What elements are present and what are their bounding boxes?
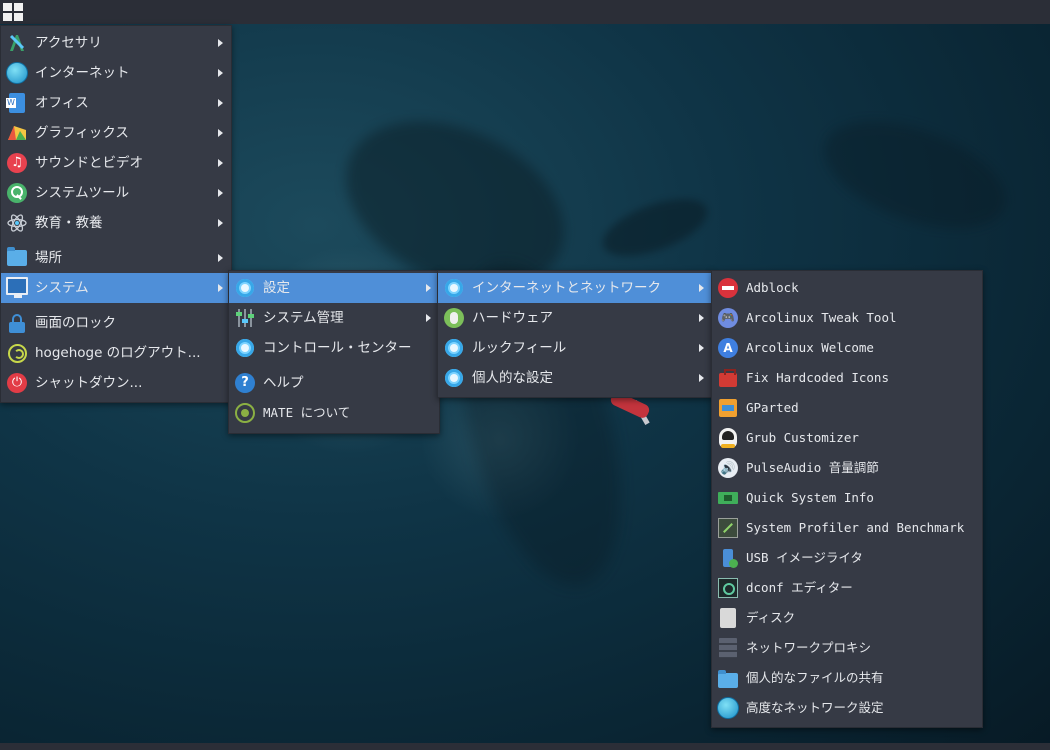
chip-icon bbox=[717, 487, 739, 509]
mate-logo-icon bbox=[234, 402, 256, 424]
shared-folder-icon bbox=[717, 667, 739, 689]
office-icon: W bbox=[6, 92, 28, 114]
speaker-icon: 🔊 bbox=[717, 457, 739, 479]
network-gear-icon bbox=[443, 277, 465, 299]
gparted-icon bbox=[717, 397, 739, 419]
submenu-arrow-icon bbox=[218, 39, 223, 47]
menu-item-accessories[interactable]: アクセサリ bbox=[1, 28, 231, 58]
menu-item-system-admin[interactable]: システム管理 bbox=[229, 303, 439, 333]
menu-item-internet-network[interactable]: インターネットとネットワーク bbox=[438, 273, 712, 303]
menu-item-disks[interactable]: ディスク bbox=[712, 603, 982, 633]
submenu-arrow-icon bbox=[218, 99, 223, 107]
menu-item-internet[interactable]: インターネット bbox=[1, 58, 231, 88]
disk-icon bbox=[717, 607, 739, 629]
submenu-arrow-icon bbox=[218, 189, 223, 197]
submenu-arrow-icon bbox=[218, 254, 223, 262]
control-center-gear-icon bbox=[234, 337, 256, 359]
menu-item-system[interactable]: システム bbox=[1, 273, 231, 303]
menu-item-places[interactable]: 場所 bbox=[1, 243, 231, 273]
settings-submenu: インターネットとネットワーク ハードウェア ルックフィール 個人的な設定 bbox=[437, 270, 713, 398]
gamepad-icon: 🎮 bbox=[717, 307, 739, 329]
top-panel bbox=[0, 0, 1050, 24]
usb-icon bbox=[717, 547, 739, 569]
menu-item-settings[interactable]: 設定 bbox=[229, 273, 439, 303]
menu-item-dconf-editor[interactable]: dconf エディター bbox=[712, 573, 982, 603]
dconf-icon bbox=[717, 577, 739, 599]
menu-item-arcolinux-tweak-tool[interactable]: 🎮 Arcolinux Tweak Tool bbox=[712, 303, 982, 333]
submenu-arrow-icon bbox=[699, 344, 704, 352]
graphics-icon bbox=[6, 122, 28, 144]
menu-item-look-feel[interactable]: ルックフィール bbox=[438, 333, 712, 363]
menu-item-arcolinux-welcome[interactable]: A Arcolinux Welcome bbox=[712, 333, 982, 363]
menu-item-usb-image-writer[interactable]: USB イメージライタ bbox=[712, 543, 982, 573]
submenu-arrow-icon bbox=[218, 284, 223, 292]
adblock-icon bbox=[717, 277, 739, 299]
menu-item-office[interactable]: W オフィス bbox=[1, 88, 231, 118]
logout-icon bbox=[6, 342, 28, 364]
submenu-arrow-icon bbox=[426, 284, 431, 292]
system-submenu: 設定 システム管理 コントロール・センター ? ヘルプ MATE について bbox=[228, 270, 440, 434]
submenu-arrow-icon bbox=[218, 159, 223, 167]
menu-separator bbox=[229, 365, 439, 366]
main-menu: アクセサリ インターネット W オフィス グラフィックス ♫ サウンドとビデオ … bbox=[0, 25, 232, 403]
submenu-arrow-icon bbox=[426, 314, 431, 322]
monitor-icon bbox=[6, 277, 28, 299]
submenu-arrow-icon bbox=[699, 284, 704, 292]
menu-item-sound-video[interactable]: ♫ サウンドとビデオ bbox=[1, 148, 231, 178]
personal-gear-icon bbox=[443, 367, 465, 389]
menu-item-hardware[interactable]: ハードウェア bbox=[438, 303, 712, 333]
menu-item-pulseaudio[interactable]: 🔊 PulseAudio 音量調節 bbox=[712, 453, 982, 483]
arcolinux-icon: A bbox=[717, 337, 739, 359]
menu-item-grub-customizer[interactable]: Grub Customizer bbox=[712, 423, 982, 453]
menu-item-education[interactable]: 教育・教養 bbox=[1, 208, 231, 238]
menu-item-personal[interactable]: 個人的な設定 bbox=[438, 363, 712, 393]
proxy-icon bbox=[717, 637, 739, 659]
menu-item-quick-system-info[interactable]: Quick System Info bbox=[712, 483, 982, 513]
mouse-icon bbox=[443, 307, 465, 329]
network-globe-icon bbox=[717, 697, 739, 719]
submenu-arrow-icon bbox=[699, 374, 704, 382]
benchmark-icon bbox=[717, 517, 739, 539]
menu-item-control-center[interactable]: コントロール・センター bbox=[229, 333, 439, 363]
menu-item-help[interactable]: ? ヘルプ bbox=[229, 368, 439, 398]
menu-item-fix-hardcoded-icons[interactable]: Fix Hardcoded Icons bbox=[712, 363, 982, 393]
menu-item-system-profiler[interactable]: System Profiler and Benchmark bbox=[712, 513, 982, 543]
menu-launcher-icon[interactable] bbox=[3, 3, 23, 21]
menu-item-system-tools[interactable]: システムツール bbox=[1, 178, 231, 208]
help-icon: ? bbox=[234, 372, 256, 394]
menu-item-gparted[interactable]: GParted bbox=[712, 393, 982, 423]
bottom-panel bbox=[0, 743, 1050, 750]
submenu-arrow-icon bbox=[699, 314, 704, 322]
toolbox-icon bbox=[717, 367, 739, 389]
submenu-arrow-icon bbox=[218, 69, 223, 77]
menu-item-file-sharing[interactable]: 個人的なファイルの共有 bbox=[712, 663, 982, 693]
menu-item-graphics[interactable]: グラフィックス bbox=[1, 118, 231, 148]
menu-item-network-proxy[interactable]: ネットワークプロキシ bbox=[712, 633, 982, 663]
settings-gear-icon bbox=[234, 277, 256, 299]
tux-gear-icon bbox=[717, 427, 739, 449]
lock-icon bbox=[6, 312, 28, 334]
admin-sliders-icon bbox=[234, 307, 256, 329]
internet-globe-icon bbox=[6, 62, 28, 84]
submenu-arrow-icon bbox=[218, 129, 223, 137]
menu-item-adblock[interactable]: Adblock bbox=[712, 273, 982, 303]
appearance-gear-icon bbox=[443, 337, 465, 359]
menu-item-about-mate[interactable]: MATE について bbox=[229, 398, 439, 428]
sound-video-icon: ♫ bbox=[6, 152, 28, 174]
network-submenu: Adblock 🎮 Arcolinux Tweak Tool A Arcolin… bbox=[711, 270, 983, 728]
menu-separator bbox=[1, 240, 231, 241]
menu-item-lock-screen[interactable]: 画面のロック bbox=[1, 308, 231, 338]
menu-separator bbox=[1, 305, 231, 306]
submenu-arrow-icon bbox=[218, 219, 223, 227]
education-atom-icon bbox=[6, 212, 28, 234]
menu-item-shutdown[interactable]: ⏻ シャットダウン... bbox=[1, 368, 231, 398]
system-tools-icon bbox=[6, 182, 28, 204]
menu-item-advanced-network[interactable]: 高度なネットワーク設定 bbox=[712, 693, 982, 723]
accessories-icon bbox=[6, 32, 28, 54]
menu-item-logout[interactable]: hogehoge のログアウト... bbox=[1, 338, 231, 368]
folder-icon bbox=[6, 247, 28, 269]
power-icon: ⏻ bbox=[6, 372, 28, 394]
